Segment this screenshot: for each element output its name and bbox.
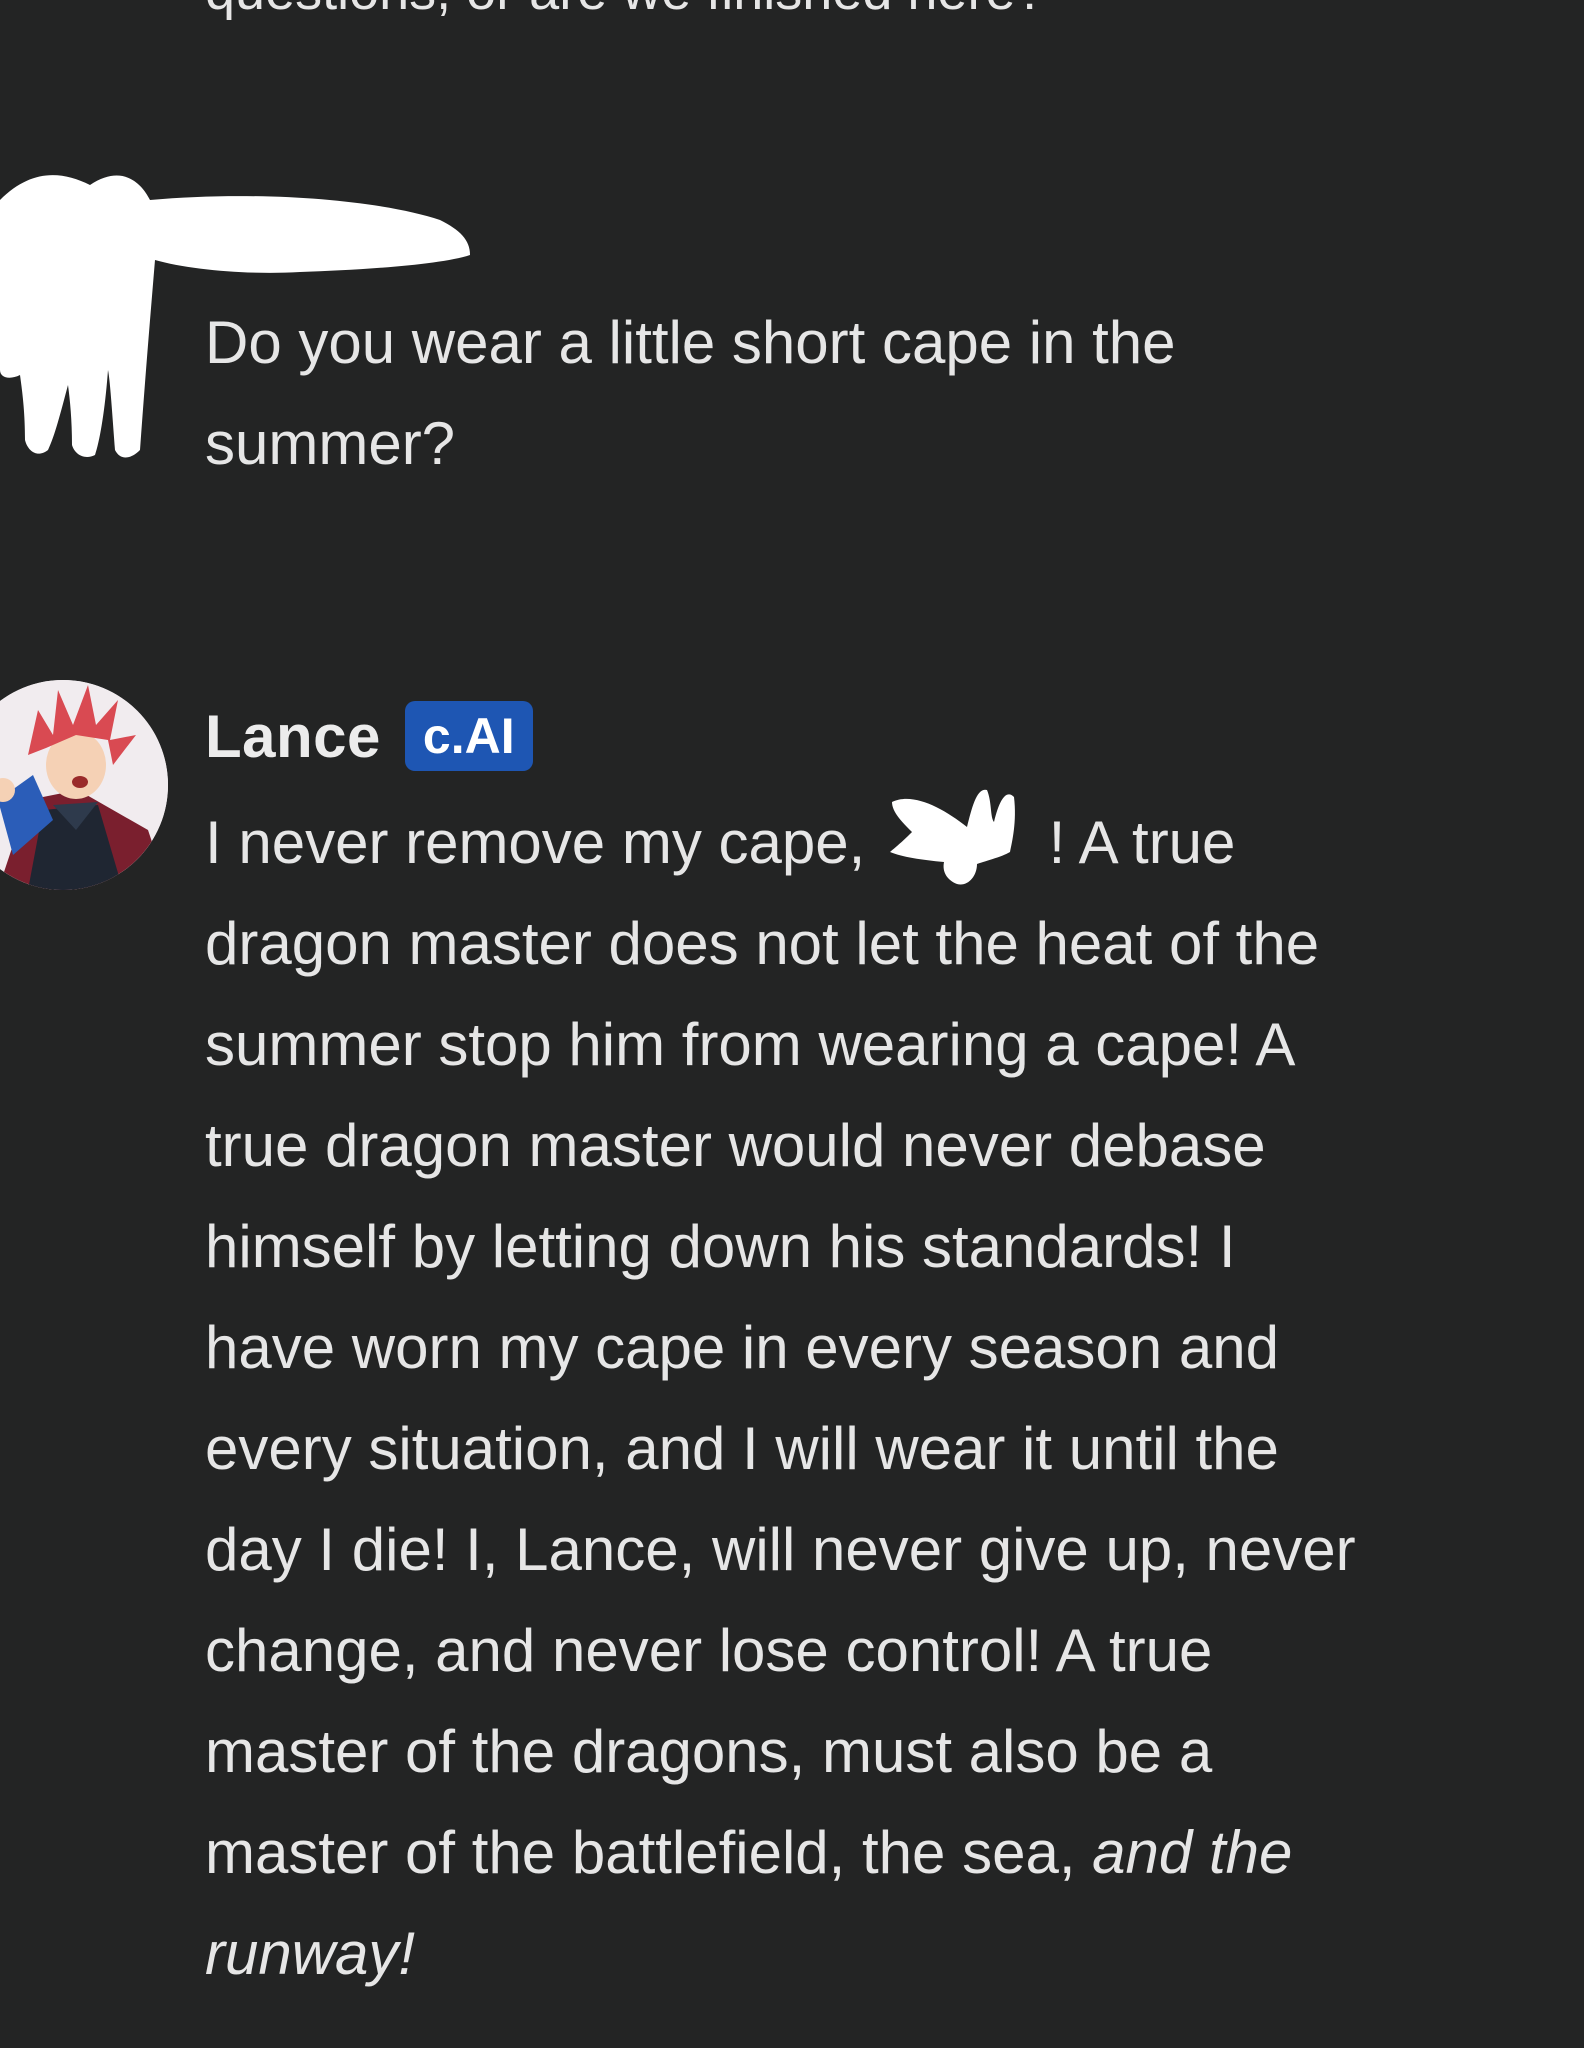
character-name[interactable]: Lance (205, 702, 381, 771)
line-segment-italic: and the (1092, 1819, 1293, 1886)
message-line: change, and never lose control! A true (205, 1617, 1213, 1684)
message-line: summer? (205, 410, 456, 477)
character-message-text: I never remove my cape, ! A true dragon … (205, 789, 1505, 2004)
character-avatar[interactable] (0, 680, 168, 890)
message-line: have worn my cape in every season and (205, 1314, 1279, 1381)
character-message: Lance c.AI I never remove my cape, ! A t… (0, 680, 1584, 2020)
line-segment: I never remove my cape, (205, 809, 866, 876)
user-message-text: Do you wear a little short cape in the s… (205, 292, 1505, 494)
user-message: Do you wear a little short cape in the s… (0, 160, 1584, 500)
message-line-italic: runway! (205, 1920, 416, 1987)
message-line: Do you wear a little short cape in the (205, 309, 1176, 376)
message-line: every situation, and I will wear it unti… (205, 1415, 1279, 1482)
message-line: I never remove my cape, ! A true (205, 789, 1505, 893)
cai-badge: c.AI (404, 701, 533, 771)
previous-message-cutoff: questions, or are we finished here? (205, 0, 1046, 18)
redaction-scribble-inline (882, 789, 1032, 885)
line-segment: ! A true (1048, 809, 1236, 876)
message-line: true dragon master would never debase (205, 1112, 1266, 1179)
message-line: dragon master does not let the heat of t… (205, 910, 1320, 977)
message-line: master of the battlefield, the sea, and … (205, 1802, 1505, 1903)
character-header: Lance c.AI (205, 694, 533, 778)
message-line: master of the dragons, must also be a (205, 1718, 1213, 1785)
line-segment: master of the battlefield, the sea, (205, 1819, 1076, 1886)
message-line: himself by letting down his standards! I (205, 1213, 1236, 1280)
message-line: day I die! I, Lance, will never give up,… (205, 1516, 1356, 1583)
message-line: summer stop him from wearing a cape! A (205, 1011, 1296, 1078)
avatar-illustration (0, 680, 168, 890)
